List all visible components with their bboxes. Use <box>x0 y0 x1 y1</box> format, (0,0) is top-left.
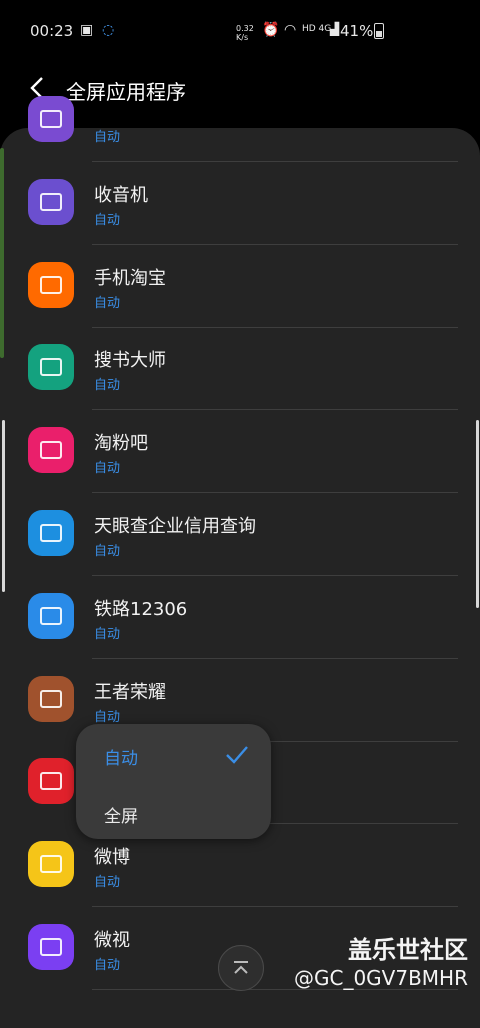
taofenba-icon <box>28 427 74 474</box>
app-row[interactable]: 铁路12306 自动 <box>0 577 480 659</box>
netease-music-icon <box>28 758 74 805</box>
check-icon <box>226 746 248 764</box>
app-mode: 自动 <box>94 461 121 477</box>
app-name: 淘粉吧 <box>94 433 148 455</box>
battery-icon <box>374 23 384 39</box>
scroll-to-top-button[interactable] <box>218 945 264 991</box>
weishi-icon <box>28 924 74 970</box>
signal-icon: ▟ <box>330 22 340 36</box>
app-mode: 自动 <box>94 626 121 642</box>
status-time: 00:23 <box>30 22 74 40</box>
app-name: 天眼查企业信用查询 <box>94 516 256 537</box>
notification-icon: ◌ <box>102 22 115 38</box>
battery-percent: 41% <box>340 22 374 40</box>
alarm-icon: ⏰ <box>262 22 280 38</box>
game-avatar-icon <box>28 675 74 722</box>
railway-icon <box>28 592 74 639</box>
app-name: 铁路12306 <box>94 598 188 620</box>
network-type: HD 4G <box>302 24 332 34</box>
app-mode: 自动 <box>94 709 121 725</box>
option-auto[interactable]: 自动 <box>104 744 138 769</box>
app-name: 微博 <box>94 847 130 869</box>
app-mode: 自动 <box>94 875 121 891</box>
app-mode: 自动 <box>94 958 121 973</box>
app-name: 搜书大师 <box>94 350 166 372</box>
purple-app-icon <box>28 96 74 142</box>
book-icon <box>28 344 74 391</box>
net-speed: 0.32 K/s <box>236 24 254 42</box>
weibo-icon <box>28 841 74 888</box>
radio-icon <box>28 178 74 225</box>
app-row[interactable]: 搜书大师 自动 <box>0 328 480 411</box>
watermark-brand: 盖乐世社区 <box>348 936 468 964</box>
app-mode: 自动 <box>94 295 121 311</box>
tianyancha-icon <box>28 510 74 556</box>
app-name: 手机淘宝 <box>94 267 166 289</box>
app-name: 收音机 <box>94 184 148 206</box>
mode-popup-menu: 自动 全屏 <box>76 724 271 839</box>
app-row[interactable]: 天眼查企业信用查询自动 <box>0 494 480 576</box>
option-fullscreen[interactable]: 全屏 <box>104 802 138 827</box>
app-mode: 自动 <box>94 378 121 394</box>
app-row[interactable]: 自动 <box>0 80 480 162</box>
chevron-up-icon <box>234 961 248 974</box>
app-row[interactable]: 收音机 自动 <box>0 163 480 245</box>
gallery-icon: ▣ <box>80 22 94 38</box>
app-row[interactable]: 淘粉吧 自动 <box>0 411 480 494</box>
watermark-user: @GC_0GV7BMHR <box>293 966 468 990</box>
wifi-icon: ◠ <box>284 22 297 38</box>
app-mode: 自动 <box>94 130 121 145</box>
app-mode: 自动 <box>94 212 121 228</box>
app-name: 王者荣耀 <box>94 681 166 703</box>
app-name: 微视 <box>94 930 130 951</box>
status-bar: 00:23 ▣ ◌ 0.32 K/s ⏰ ◠ HD 4G ▟ 41% <box>0 0 480 62</box>
app-mode: 自动 <box>94 544 121 559</box>
app-row[interactable]: 手机淘宝 自动 <box>0 246 480 328</box>
taobao-icon <box>28 261 74 308</box>
